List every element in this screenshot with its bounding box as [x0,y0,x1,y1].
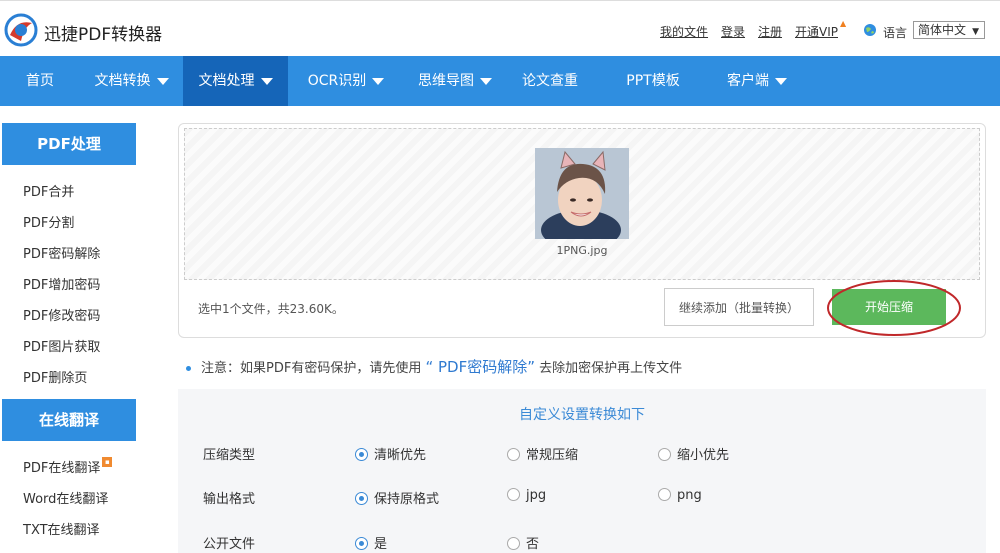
vip-hot-icon: ▲ [840,19,847,28]
radio-empty-icon [507,448,520,461]
password-notice: 注意：如果PDF有密码保护，请先使用 “ PDF密码解除” 去除加密保护再上传文… [186,356,682,377]
nav-doc-convert[interactable]: 文档转换 [80,56,183,106]
sidebar-item-pdf-split[interactable]: PDF分割 [23,212,74,231]
register-link[interactable]: 注册 [758,23,782,40]
compress-type-label: 压缩类型 [203,448,256,463]
radio-normal-compress[interactable]: 常规压缩 [507,444,578,463]
nav-dropdown-icon [156,77,169,85]
highlight-ring [827,280,961,336]
radio-empty-icon [507,488,520,501]
nav-ocr[interactable]: OCR识别 [298,56,394,106]
file-thumbnail[interactable] [535,148,629,239]
main-nav: 首页 文档转换 文档处理 OCR识别 思维导图 论文查重 PPT模板 客户端 [0,56,1000,106]
sidebar-item-pdf-translate[interactable]: PDF在线翻译 ▪ [23,457,113,476]
language-select[interactable]: 简体中文 ▼ [913,21,985,39]
bullet-icon [186,366,191,371]
sidebar-item-txt-translate[interactable]: TXT在线翻译 [23,519,100,538]
sidebar-item-pdf-add-password[interactable]: PDF增加密码 [23,274,100,293]
sidebar-section-translate: 在线翻译 [2,399,136,441]
new-badge-icon: ▪ [102,457,113,467]
nav-dropdown-icon [480,77,492,85]
sidebar-item-pdf-change-password[interactable]: PDF修改密码 [23,305,100,324]
sidebar-item-pdf-merge[interactable]: PDF合并 [23,181,74,200]
radio-keep-original[interactable]: 保持原格式 [355,488,439,507]
nav-dropdown-icon [260,77,273,85]
radio-jpg[interactable]: jpg [507,488,546,503]
top-header: 迅捷PDF转换器 我的文件 登录 注册 开通VIP ▲ 语言 简体中文 ▼ [0,0,1000,56]
dropdown-caret-icon: ▼ [972,27,979,37]
sidebar-item-pdf-extract-images[interactable]: PDF图片获取 [23,336,100,355]
public-file-label: 公开文件 [203,537,256,552]
nav-dropdown-icon [372,77,385,85]
radio-selected-icon [355,537,368,550]
sidebar-item-pdf-delete-pages[interactable]: PDF删除页 [23,367,87,386]
nav-ppt-template[interactable]: PPT模板 [608,56,698,106]
radio-public-yes[interactable]: 是 [355,533,387,552]
nav-client[interactable]: 客户端 [712,56,802,106]
sidebar-item-word-translate[interactable]: Word在线翻译 [23,488,108,507]
vip-link[interactable]: 开通VIP [795,23,838,40]
language-value: 简体中文 [918,23,967,37]
login-link[interactable]: 登录 [721,23,745,40]
top-links: 我的文件 登录 注册 开通VIP ▲ [0,19,1000,43]
language-label: 语言 [883,26,908,40]
globe-icon [864,24,876,36]
radio-empty-icon [507,537,520,550]
nav-home[interactable]: 首页 [0,56,80,106]
radio-empty-icon [658,488,671,501]
nav-doc-process[interactable]: 文档处理 [183,56,288,106]
output-format-label: 输出格式 [203,492,256,507]
radio-selected-icon [355,492,368,505]
radio-selected-icon [355,448,368,461]
nav-dropdown-icon [775,77,787,85]
file-name: 1PNG.jpg [556,244,608,257]
settings-title: 自定义设置转换如下 [519,407,645,423]
radio-png[interactable]: png [658,488,702,503]
my-files-link[interactable]: 我的文件 [660,23,708,40]
add-more-files-button[interactable]: 继续添加（批量转换） [664,288,814,326]
nav-paper-check[interactable]: 论文查重 [506,56,594,106]
radio-clarity-first[interactable]: 清晰优先 [355,444,426,463]
sidebar-item-pdf-unlock[interactable]: PDF密码解除 [23,243,100,262]
nav-mindmap[interactable]: 思维导图 [404,56,506,106]
radio-empty-icon [658,448,671,461]
radio-size-first[interactable]: 缩小优先 [658,444,729,463]
radio-public-no[interactable]: 否 [507,533,539,552]
pdf-unlock-link[interactable]: “ PDF密码解除” [425,358,535,376]
selection-info: 选中1个文件，共23.60K。 [198,302,344,316]
portrait-image-icon [535,148,629,239]
sidebar-section-pdf: PDF处理 [2,123,136,165]
